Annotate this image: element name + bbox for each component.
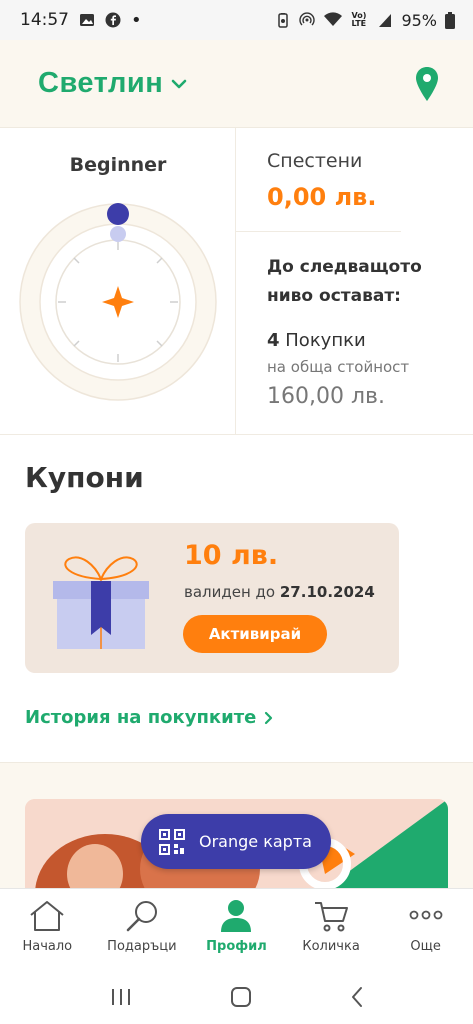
purchases-count: 4 <box>267 330 280 351</box>
recent-apps-icon[interactable] <box>109 987 133 1007</box>
level-section: Beginner Спестени 0,00 лв. До следващото… <box>0 128 473 435</box>
level-panel: Beginner <box>0 128 236 435</box>
nav-home[interactable]: Начало <box>0 889 95 970</box>
coupon-valid-prefix: валиден до <box>184 583 276 601</box>
home-icon <box>30 901 64 931</box>
back-icon[interactable] <box>349 986 365 1008</box>
total-value: 160,00 лв. <box>267 384 385 409</box>
wifi-icon <box>324 12 343 26</box>
coupon-valid-date: 27.10.2024 <box>279 583 375 601</box>
nav-home-label: Начало <box>22 939 73 954</box>
nav-gifts[interactable]: Подаръци <box>95 889 190 970</box>
location-pin-icon[interactable] <box>415 66 439 102</box>
orange-card-button[interactable]: Orange карта <box>141 814 331 869</box>
nav-profile-label: Профил <box>206 939 267 954</box>
volte-icon: Vo) LTE <box>351 11 367 28</box>
nav-profile[interactable]: Профил <box>189 889 284 970</box>
purchase-history-label: История на покупките <box>25 707 257 728</box>
image-icon <box>80 14 94 26</box>
purchases-label: Покупки <box>285 330 366 351</box>
coupon-value: 10 лв. <box>184 540 279 571</box>
nav-more[interactable]: Още <box>378 889 473 970</box>
battery-saver-icon <box>278 13 289 28</box>
header: Светлин <box>0 40 473 128</box>
nav-more-label: Още <box>410 939 441 954</box>
home-button-icon[interactable] <box>230 986 252 1008</box>
orange-card-label: Orange карта <box>199 832 312 851</box>
store-selector[interactable]: Светлин <box>38 67 187 100</box>
hotspot-icon <box>299 12 316 26</box>
activate-button[interactable]: Активирай <box>183 615 327 653</box>
level-title: Beginner <box>69 154 167 176</box>
chevron-down-icon <box>171 79 187 88</box>
bottom-nav: Начало Подаръци Профил Количка Още <box>0 888 473 970</box>
store-name: Светлин <box>38 67 164 99</box>
coupons-title: Купони <box>25 461 144 494</box>
status-bar: 14:57 • Vo) LTE 95% <box>0 0 473 40</box>
saved-label: Спестени <box>267 150 363 172</box>
dot-icon: • <box>131 9 142 31</box>
qr-code-icon <box>159 828 185 855</box>
coupon-card: 10 лв. валиден до 27.10.2024 Активирай <box>25 523 399 673</box>
search-icon <box>126 901 157 932</box>
nav-cart-label: Количка <box>302 939 360 954</box>
progress-indicator <box>107 203 129 225</box>
purchase-history-link[interactable]: История на покупките <box>25 707 274 728</box>
facebook-icon <box>105 12 121 28</box>
purchases-remaining: 4 Покупки <box>267 330 366 351</box>
level-progress-dial <box>19 203 217 401</box>
coupon-validity: валиден до 27.10.2024 <box>184 583 375 601</box>
profile-icon <box>221 900 252 932</box>
system-nav-bar <box>0 970 473 1024</box>
gift-icon <box>53 556 149 649</box>
battery-icon <box>445 11 455 29</box>
nav-cart[interactable]: Количка <box>284 889 379 970</box>
battery-text: 95% <box>401 10 437 30</box>
signal-icon <box>379 14 392 27</box>
saved-box: Спестени 0,00 лв. <box>236 128 401 232</box>
chevron-right-icon <box>265 711 273 724</box>
total-label: на обща стойност <box>267 358 410 376</box>
saved-value: 0,00 лв. <box>267 183 377 211</box>
status-time: 14:57 <box>20 10 69 30</box>
nav-gifts-label: Подаръци <box>107 939 177 954</box>
cart-icon <box>315 902 349 932</box>
next-level-text: До следващото ниво остават: <box>267 257 422 306</box>
more-icon <box>409 910 443 920</box>
